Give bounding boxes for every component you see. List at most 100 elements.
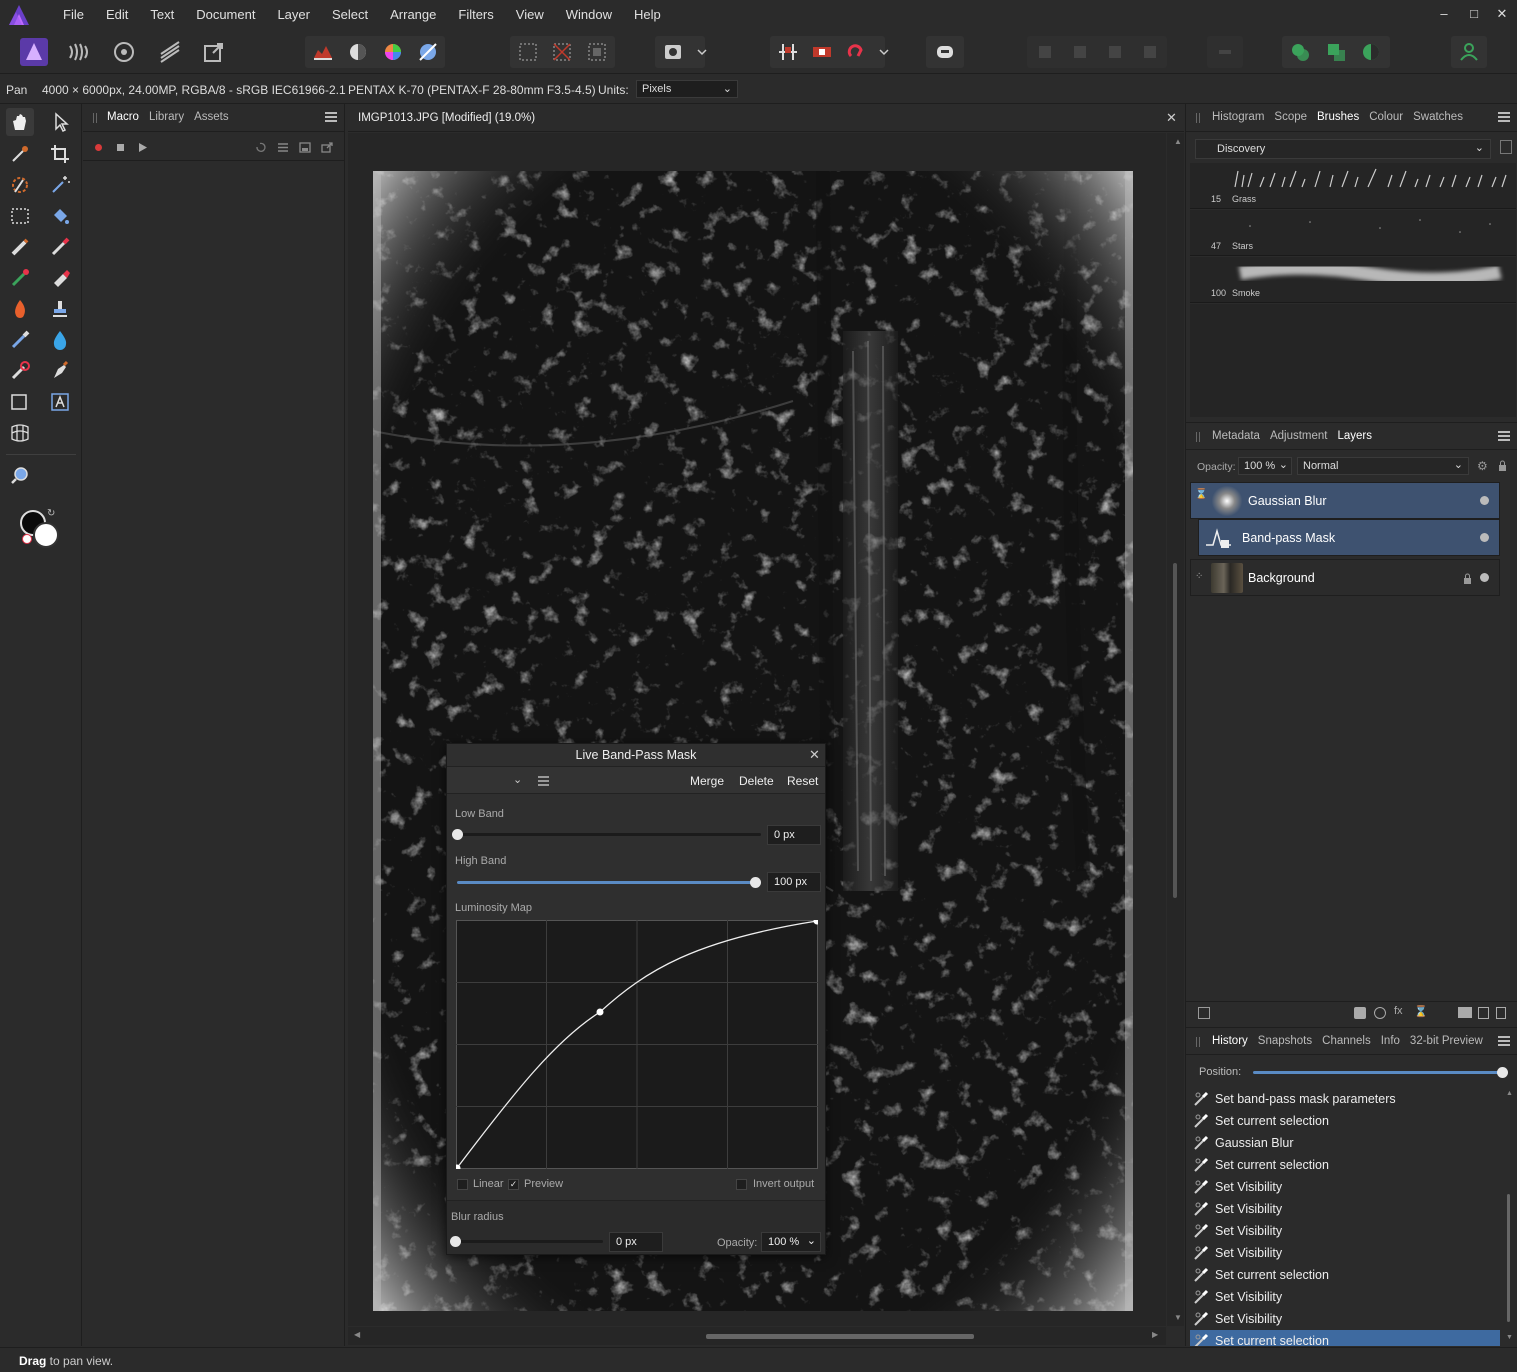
luminosity-curve-graph[interactable]	[456, 920, 818, 1169]
photo-persona-button[interactable]	[20, 38, 48, 66]
high-band-knob[interactable]	[750, 877, 761, 888]
layer-effects-icon[interactable]	[1198, 1007, 1210, 1019]
tab-snapshots[interactable]: Snapshots	[1258, 1035, 1312, 1047]
brush-item-smoke[interactable]: 100 Smoke	[1190, 257, 1516, 303]
tab-metadata[interactable]: Metadata	[1212, 430, 1260, 442]
inpainting-tool[interactable]	[6, 357, 34, 385]
pixel-tool[interactable]	[6, 233, 34, 261]
layer-row-gaussian-blur[interactable]: ⌛ Gaussian Blur	[1190, 482, 1500, 519]
dialog-close-button[interactable]: ✕	[809, 747, 820, 763]
lock-icon[interactable]	[1498, 460, 1507, 471]
presets-menu-icon[interactable]	[538, 776, 549, 786]
fx-icon[interactable]: fx	[1394, 1005, 1403, 1017]
expand-layer-icon[interactable]: ⌛	[1195, 489, 1207, 500]
blur-radius-knob[interactable]	[450, 1236, 461, 1247]
save-macro-icon[interactable]	[299, 142, 311, 153]
account-button[interactable]	[1455, 38, 1483, 66]
crop-tool[interactable]	[46, 140, 74, 168]
dialog-title[interactable]: Live Band-Pass Mask	[447, 744, 825, 766]
auto-white-balance-button[interactable]	[414, 38, 442, 66]
history-item[interactable]: Set band-pass mask parameters	[1190, 1088, 1500, 1110]
history-scroll-thumb[interactable]	[1507, 1194, 1510, 1322]
mask-layer-icon[interactable]	[1354, 1007, 1366, 1019]
scroll-right-icon[interactable]: ▶	[1152, 1330, 1158, 1339]
preview-checkbox[interactable]: ✓	[508, 1179, 519, 1190]
tab-assets[interactable]: Assets	[194, 111, 229, 123]
auto-colour-button[interactable]	[379, 38, 407, 66]
view-tool[interactable]	[6, 108, 34, 136]
tab-macro[interactable]: Macro	[107, 111, 139, 123]
presets-dropdown[interactable]: ⌄	[513, 773, 522, 786]
duplicate-layer-icon[interactable]	[1478, 1007, 1489, 1019]
history-item[interactable]: Set Visibility	[1190, 1286, 1500, 1308]
units-select[interactable]: Pixels ⌄	[636, 80, 738, 98]
selection-brush-tool[interactable]	[6, 171, 34, 199]
menu-edit[interactable]: Edit	[95, 0, 139, 30]
vertical-scrollbar[interactable]: ▲ ▼	[1167, 133, 1184, 1326]
menu-file[interactable]: File	[52, 0, 95, 30]
scroll-down-icon[interactable]: ▼	[1506, 1334, 1513, 1341]
lock-icon[interactable]	[1463, 573, 1472, 584]
low-band-knob[interactable]	[452, 829, 463, 840]
scroll-up-icon[interactable]: ▲	[1174, 137, 1182, 146]
visibility-dot-icon[interactable]	[1480, 533, 1489, 542]
tone-mapping-persona-button[interactable]	[156, 38, 184, 66]
layers-panel-menu-icon[interactable]	[1498, 431, 1510, 441]
curve-node[interactable]	[596, 1008, 604, 1016]
colour-swatches[interactable]: ↻	[20, 508, 60, 548]
play-icon[interactable]	[139, 143, 147, 152]
history-item[interactable]: Set current selection	[1190, 1264, 1500, 1286]
adjustment-icon[interactable]	[1374, 1007, 1386, 1019]
minimize-button[interactable]: –	[1434, 4, 1454, 24]
rectangle-tool[interactable]	[6, 388, 34, 416]
close-document-button[interactable]: ✕	[1166, 110, 1177, 126]
menu-text[interactable]: Text	[139, 0, 185, 30]
text-tool[interactable]	[46, 388, 74, 416]
deselect-button[interactable]	[548, 38, 576, 66]
mesh-warp-tool[interactable]	[6, 419, 34, 447]
blur-radius-field[interactable]: 0 px	[609, 1232, 663, 1252]
snapping-button[interactable]	[774, 38, 802, 66]
history-item[interactable]: Set Visibility	[1190, 1220, 1500, 1242]
delete-button[interactable]: Delete	[739, 774, 774, 788]
gear-icon[interactable]: ⚙	[1477, 459, 1488, 473]
invert-output-checkbox[interactable]	[736, 1179, 747, 1190]
low-band-slider[interactable]	[452, 829, 761, 840]
no-fill-icon[interactable]	[22, 534, 32, 544]
linear-checkbox[interactable]	[457, 1179, 468, 1190]
visibility-dot-icon[interactable]	[1480, 573, 1489, 582]
record-icon[interactable]	[95, 144, 102, 151]
tab-info[interactable]: Info	[1381, 1035, 1400, 1047]
merge-button[interactable]: Merge	[690, 774, 724, 788]
select-all-button[interactable]	[514, 38, 542, 66]
panel-grip-icon[interactable]	[93, 113, 97, 123]
menu-view[interactable]: View	[505, 0, 555, 30]
colour-picker-tool[interactable]	[6, 140, 34, 168]
tab-library[interactable]: Library	[149, 111, 184, 123]
blend-mode-select[interactable]: Normal ⌄	[1297, 457, 1469, 475]
undo-macro-icon[interactable]	[255, 142, 266, 153]
history-item[interactable]: Set current selection	[1190, 1154, 1500, 1176]
assistant-button[interactable]	[842, 38, 870, 66]
flip-button[interactable]	[1136, 38, 1164, 66]
menu-select[interactable]: Select	[321, 0, 379, 30]
menu-layer[interactable]: Layer	[266, 0, 321, 30]
pen-tool[interactable]	[46, 357, 74, 385]
auto-contrast-button[interactable]	[344, 38, 372, 66]
history-item[interactable]: Set Visibility	[1190, 1308, 1500, 1330]
secondary-colour-swatch[interactable]	[33, 522, 59, 548]
subtract-button[interactable]	[1357, 38, 1385, 66]
scroll-left-icon[interactable]: ◀	[354, 1330, 360, 1339]
layer-opacity-field[interactable]: 100 % ⌄	[1238, 457, 1292, 475]
assistant-options-button[interactable]	[931, 38, 959, 66]
history-position-knob[interactable]	[1497, 1067, 1508, 1078]
export-macro-icon[interactable]	[321, 142, 333, 153]
menu-filters[interactable]: Filters	[447, 0, 504, 30]
menu-document[interactable]: Document	[185, 0, 266, 30]
stop-icon[interactable]	[117, 144, 124, 151]
scroll-up-icon[interactable]: ▲	[1506, 1090, 1513, 1097]
tab-scope[interactable]: Scope	[1274, 111, 1307, 123]
erase-brush-tool[interactable]	[46, 264, 74, 292]
menu-arrange[interactable]: Arrange	[379, 0, 447, 30]
clone-brush-tool[interactable]	[46, 295, 74, 323]
